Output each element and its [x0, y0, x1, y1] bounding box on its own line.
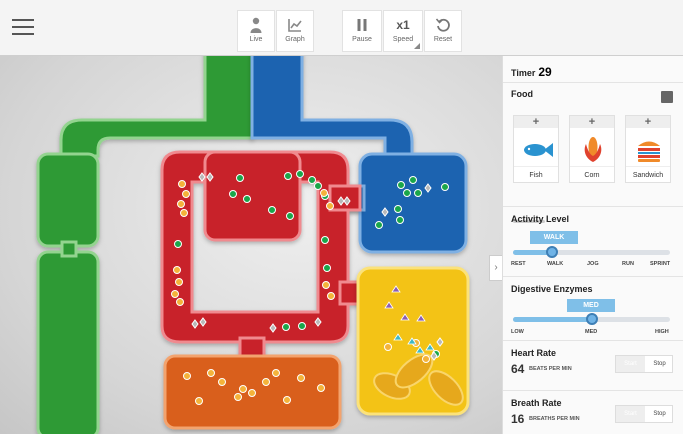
- timer-label: Timer: [511, 68, 536, 78]
- enzymes-slider-thumb[interactable]: [585, 313, 598, 325]
- enzymes-value-badge: MED: [567, 299, 615, 312]
- reset-icon: [435, 18, 450, 32]
- control-panel: Timer 29 Food + Fish + Corn + Sandwich Ac…: [502, 56, 683, 434]
- corn-label: Corn: [570, 166, 614, 184]
- breath-rate-section: Breath Rate 16 BREATHS PER MIN Start Sto…: [503, 391, 683, 434]
- heart-rate-unit: BEATS PER MIN: [529, 366, 572, 372]
- activity-title: Activity Level: [511, 214, 570, 224]
- heart-rate-value: 64: [511, 362, 525, 376]
- tick-sprint: SPRINT: [650, 261, 671, 267]
- food-card-sandwich[interactable]: + Sandwich: [625, 115, 671, 183]
- organ-diagram: [36, 56, 470, 434]
- reset-label: Reset: [433, 36, 453, 43]
- activity-slider[interactable]: [513, 250, 670, 255]
- top-toolbar: Live Graph Pause x1 Speed Reset: [0, 0, 683, 56]
- timer-section: Timer 29: [503, 56, 683, 83]
- breath-rate-stop-button[interactable]: Stop: [645, 406, 674, 422]
- activity-slider-thumb[interactable]: [546, 246, 559, 258]
- menu-icon[interactable]: [12, 19, 34, 37]
- add-sandwich-button[interactable]: +: [626, 116, 670, 128]
- food-card-corn[interactable]: + Corn: [569, 115, 615, 183]
- fish-label: Fish: [514, 166, 558, 184]
- speed-label: Speed: [392, 36, 414, 43]
- speed-value: x1: [396, 18, 410, 32]
- fish-icon: [524, 143, 553, 157]
- heart-rate-start-button[interactable]: Start: [616, 356, 645, 372]
- breath-rate-unit: BREATHS PER MIN: [529, 416, 580, 422]
- tick-walk: WALK: [547, 261, 564, 267]
- live-button[interactable]: Live: [237, 10, 275, 52]
- person-icon: [250, 17, 262, 33]
- enzymes-title: Digestive Enzymes: [511, 284, 593, 294]
- heart-rate-controls: Start Stop: [615, 355, 673, 373]
- enzymes-slider-fill: [513, 317, 592, 322]
- graph-icon: [288, 19, 302, 32]
- food-card-fish[interactable]: + Fish: [513, 115, 559, 183]
- collapse-panel-button[interactable]: ›: [489, 255, 503, 281]
- tick-rest: REST: [511, 261, 526, 267]
- speed-button[interactable]: x1 Speed: [383, 10, 423, 52]
- edit-pencil-icon[interactable]: [661, 91, 673, 103]
- heart-red: [160, 150, 370, 360]
- tick-med: MED: [585, 329, 598, 335]
- add-corn-button[interactable]: +: [570, 116, 614, 128]
- live-label: Live: [249, 36, 263, 43]
- graph-label: Graph: [285, 36, 305, 43]
- reset-button[interactable]: Reset: [424, 10, 462, 52]
- pause-label: Pause: [352, 36, 372, 43]
- heart-rate-stop-button[interactable]: Stop: [645, 356, 674, 372]
- breath-rate-start-button[interactable]: Start: [616, 406, 645, 422]
- pause-button[interactable]: Pause: [342, 10, 382, 52]
- sandwich-icon: [638, 141, 660, 162]
- pause-icon: [357, 19, 367, 31]
- simulation-canvas[interactable]: [0, 56, 502, 434]
- activity-section: Activity Level WALK REST WALK JOG RUN SP…: [503, 207, 683, 277]
- tick-high: HIGH: [655, 329, 669, 335]
- breath-rate-value: 16: [511, 412, 525, 426]
- corner-caret-icon: [414, 43, 420, 49]
- add-fish-button[interactable]: +: [514, 116, 558, 128]
- tick-low: LOW: [511, 329, 524, 335]
- food-title: Food: [511, 89, 533, 99]
- heart-rate-section: Heart Rate 64 BEATS PER MIN Start Stop: [503, 341, 683, 391]
- enzymes-section: Digestive Enzymes MED LOW MED HIGH: [503, 277, 683, 341]
- breath-rate-controls: Start Stop: [615, 405, 673, 423]
- chevron-right-icon: ›: [494, 262, 498, 273]
- tick-run: RUN: [622, 261, 634, 267]
- tick-jog: JOG: [587, 261, 599, 267]
- sandwich-label: Sandwich: [626, 166, 670, 184]
- corn-icon: [584, 137, 602, 162]
- timer-value: 29: [538, 65, 552, 79]
- food-section: Food + Fish + Corn + Sandwich: [503, 83, 683, 223]
- graph-button[interactable]: Graph: [276, 10, 314, 52]
- activity-value-badge: WALK: [530, 231, 578, 244]
